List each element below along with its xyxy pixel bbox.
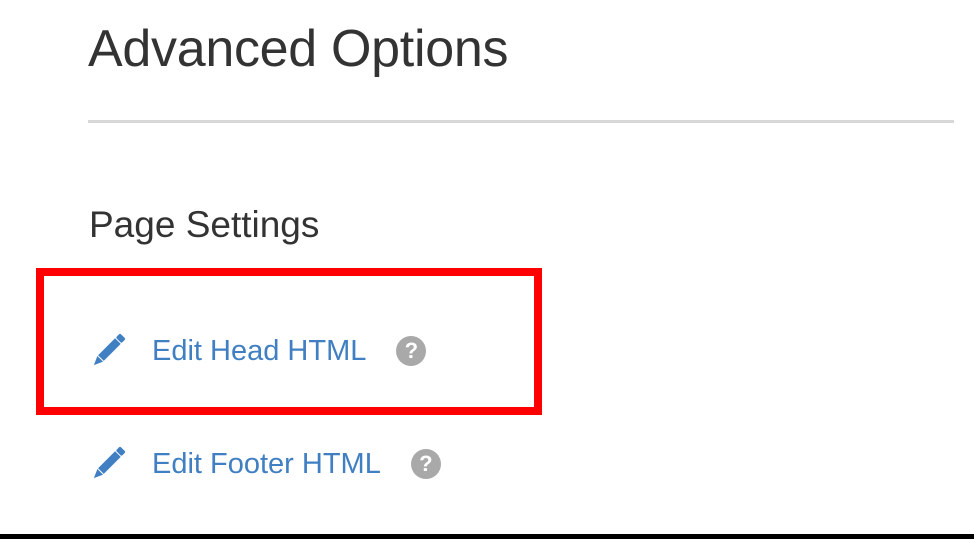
edit-footer-html-link[interactable]: Edit Footer HTML ? bbox=[88, 444, 441, 484]
section-heading: Page Settings bbox=[89, 204, 320, 245]
highlight-box bbox=[36, 268, 542, 415]
edit-footer-html-label[interactable]: Edit Footer HTML bbox=[152, 444, 381, 484]
bottom-border bbox=[0, 534, 974, 539]
pencil-icon bbox=[88, 444, 128, 484]
question-circle-icon[interactable]: ? bbox=[410, 449, 441, 479]
page-title: Advanced Options bbox=[88, 20, 509, 78]
divider bbox=[88, 120, 954, 123]
